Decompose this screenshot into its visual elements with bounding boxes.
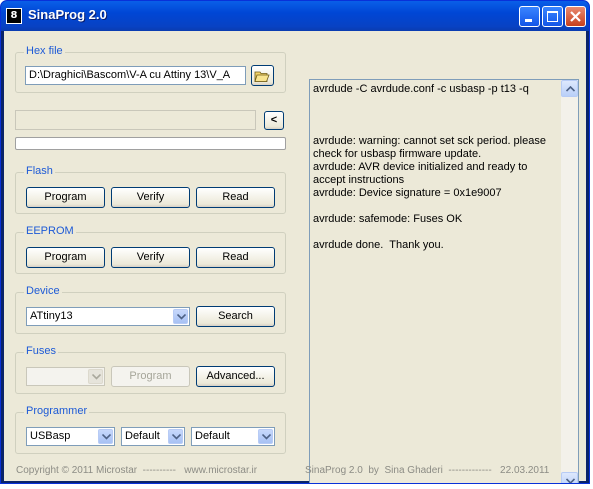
browse-hex-button[interactable]	[251, 65, 274, 86]
programmer-speed-value: Default	[125, 430, 160, 442]
collapse-output-button[interactable]: <	[264, 111, 284, 130]
programmer-speed-select[interactable]: Default	[121, 427, 185, 446]
device-select[interactable]: ATtiny13	[26, 307, 190, 326]
scroll-down-button[interactable]	[561, 472, 578, 483]
chevron-up-icon	[566, 86, 575, 92]
close-button[interactable]	[565, 6, 586, 27]
programmer-port-value: Default	[195, 430, 230, 442]
chevron-down-icon[interactable]	[258, 429, 273, 444]
title-bar[interactable]: 8 SinaProg 2.0	[1, 1, 589, 31]
minimize-button[interactable]	[519, 6, 540, 27]
footer-version: SinaProg 2.0 by Sina Ghaderi -----------…	[305, 465, 550, 476]
flash-program-button[interactable]: Program	[26, 187, 105, 208]
fuses-program-button[interactable]: Program	[111, 366, 190, 387]
app-icon: 8	[6, 8, 22, 24]
footer-copyright: Copyright © 2011 Microstar ---------- ww…	[16, 465, 258, 476]
output-log[interactable]: avrdude -C avrdude.conf -c usbasp -p t13…	[309, 79, 579, 483]
flash-legend: Flash	[24, 165, 55, 177]
output-log-text: avrdude -C avrdude.conf -c usbasp -p t13…	[313, 83, 546, 251]
fuses-legend: Fuses	[24, 345, 58, 357]
client-area: Hex file D:\Draghici\Bascom\V-A cu Attin…	[4, 31, 586, 483]
programmer-legend: Programmer	[24, 405, 90, 417]
chevron-down-icon	[566, 478, 575, 483]
scroll-up-button[interactable]	[561, 80, 578, 97]
hex-file-path-input[interactable]: D:\Draghici\Bascom\V-A cu Attiny 13\V_A	[25, 66, 246, 85]
programmer-type-value: USBasp	[30, 430, 71, 442]
device-search-button[interactable]: Search	[196, 306, 275, 327]
flash-read-button[interactable]: Read	[196, 187, 275, 208]
maximize-button[interactable]	[542, 6, 563, 27]
eeprom-program-button[interactable]: Program	[26, 247, 105, 268]
device-select-value: ATtiny13	[30, 310, 73, 322]
device-legend: Device	[24, 285, 62, 297]
status-field	[15, 110, 256, 130]
fuses-advanced-button[interactable]: Advanced...	[196, 366, 275, 387]
eeprom-read-button[interactable]: Read	[196, 247, 275, 268]
flash-verify-button[interactable]: Verify	[111, 187, 190, 208]
eeprom-verify-button[interactable]: Verify	[111, 247, 190, 268]
chevron-down-icon[interactable]	[98, 429, 113, 444]
minimize-icon	[525, 19, 532, 22]
chevron-down-icon[interactable]	[168, 429, 183, 444]
output-scrollbar[interactable]	[561, 80, 578, 483]
chevron-down-icon[interactable]	[173, 309, 188, 324]
maximize-icon	[547, 11, 558, 22]
fuses-select[interactable]	[26, 367, 105, 386]
progress-bar	[15, 137, 286, 150]
eeprom-legend: EEPROM	[24, 225, 76, 237]
close-icon	[570, 11, 581, 22]
chevron-down-icon[interactable]	[88, 369, 103, 384]
folder-open-icon	[254, 71, 270, 82]
hex-file-legend: Hex file	[24, 45, 65, 57]
sinaprog-window: 8 SinaProg 2.0 Hex file D:\Draghici\Basc…	[0, 0, 590, 484]
programmer-type-select[interactable]: USBasp	[26, 427, 115, 446]
window-title: SinaProg 2.0	[28, 7, 107, 22]
programmer-port-select[interactable]: Default	[191, 427, 275, 446]
